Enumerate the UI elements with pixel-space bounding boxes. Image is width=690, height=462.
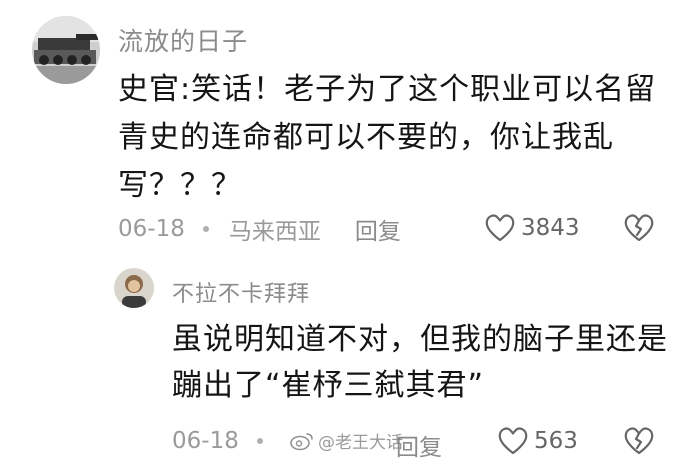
like-count: 3843: [521, 215, 580, 241]
dislike-button[interactable]: [623, 426, 655, 456]
username[interactable]: 不拉不卡拜拜: [172, 276, 310, 308]
dislike-button[interactable]: [623, 213, 655, 243]
username[interactable]: 流放的日子: [118, 22, 248, 58]
comment-text: 史官:笑话！老子为了这个职业可以名留青史的连命都可以不要的，你让我乱写？？？: [118, 72, 657, 203]
heart-outline-icon: [498, 427, 528, 455]
comment-text: 虽说明知道不对，但我的脑子里还是蹦出了“崔杼三弑其君”: [172, 322, 668, 403]
like-count: 563: [534, 428, 578, 454]
comment-thread: 流放的日子 史官:笑话！老子为了这个职业可以名留青史的连命都可以不要的，你让我乱…: [0, 0, 690, 461]
heart-outline-icon: [485, 214, 515, 242]
watermark-text: @老王大话: [318, 433, 403, 453]
comment-meta: 06-18: [172, 428, 283, 454]
reply-button[interactable]: 回复: [355, 212, 401, 246]
broken-heart-icon: [624, 427, 654, 455]
separator-dot-icon: [202, 226, 209, 232]
avatar[interactable]: [32, 16, 100, 84]
avatar-image: [32, 16, 100, 84]
comment-meta: 06-18 马来西亚 回复: [118, 212, 401, 246]
comment-date: 06-18: [172, 428, 239, 454]
separator-dot-icon: [256, 438, 263, 444]
like-button[interactable]: 563: [497, 426, 578, 456]
avatar-image: [114, 268, 154, 308]
watermark: @老王大话: [290, 428, 403, 453]
comment-date: 06-18: [118, 216, 185, 242]
comment-location: 马来西亚: [228, 219, 321, 245]
avatar[interactable]: [114, 268, 154, 308]
weibo-logo-icon: [290, 432, 313, 450]
like-button[interactable]: 3843: [484, 213, 580, 243]
broken-heart-icon: [624, 214, 654, 242]
